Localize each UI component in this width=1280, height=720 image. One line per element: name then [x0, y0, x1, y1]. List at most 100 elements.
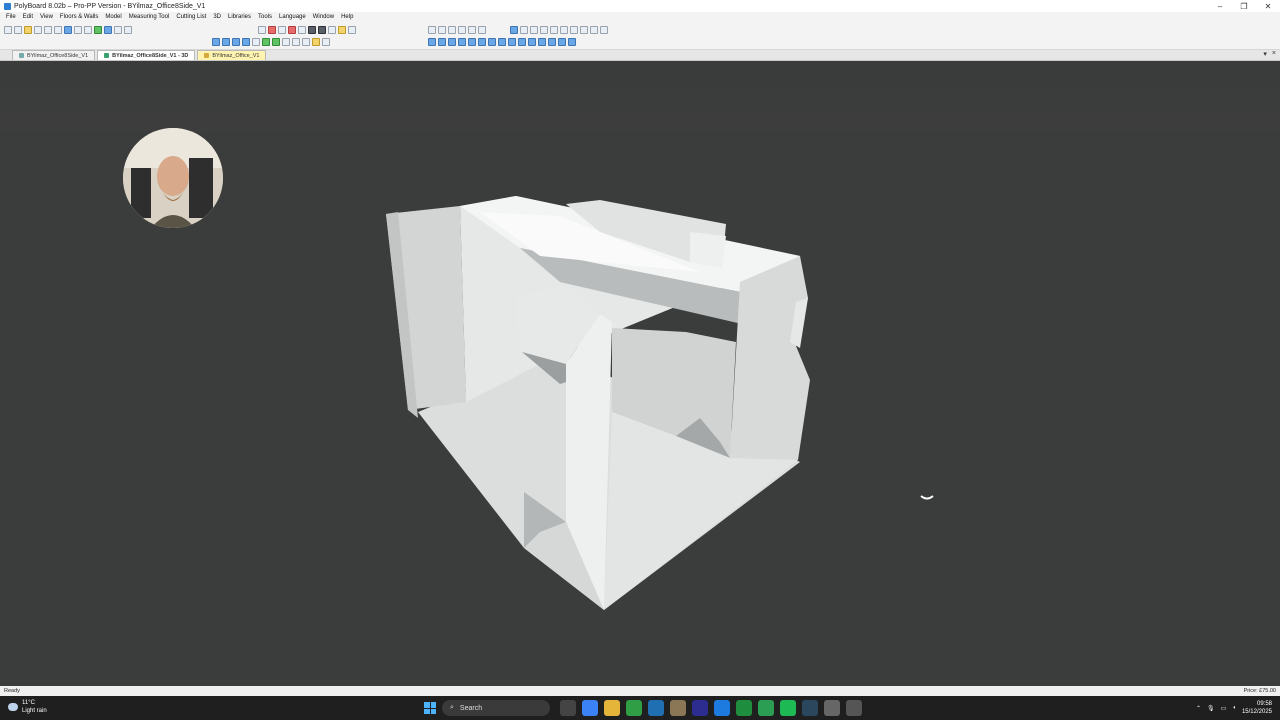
task-view-icon[interactable] — [560, 700, 576, 716]
menu-model[interactable]: Model — [105, 14, 121, 20]
section-icon[interactable] — [560, 26, 568, 34]
folder-icon[interactable] — [24, 26, 32, 34]
chrome-icon[interactable] — [626, 700, 642, 716]
drawer-icon[interactable] — [278, 26, 286, 34]
dimension-icon[interactable] — [570, 26, 578, 34]
cube-iso-se-icon[interactable] — [508, 38, 516, 46]
redo-icon[interactable] — [74, 26, 82, 34]
copy-icon[interactable] — [94, 26, 102, 34]
annotate-icon[interactable] — [580, 26, 588, 34]
app-icon-1[interactable] — [648, 700, 664, 716]
tab-office-v1[interactable]: BYilmaz_Office_V1 — [197, 50, 267, 60]
clock[interactable]: 09:58 15/12/2025 — [1242, 700, 1272, 716]
settings-icon[interactable] — [600, 26, 608, 34]
save-icon[interactable] — [34, 26, 42, 34]
cube-iso-ne-icon[interactable] — [488, 38, 496, 46]
cube-front-icon[interactable] — [438, 38, 446, 46]
app-icon-4[interactable] — [714, 700, 730, 716]
menu-floors-walls[interactable]: Floors & Walls — [60, 14, 98, 20]
camera-icon[interactable] — [252, 38, 260, 46]
pan-icon[interactable] — [468, 26, 476, 34]
undo-icon[interactable] — [64, 26, 72, 34]
divider-icon[interactable] — [298, 26, 306, 34]
file-explorer-icon[interactable] — [604, 700, 620, 716]
close-icon[interactable]: ✕ — [1256, 0, 1280, 12]
cut-icon[interactable] — [84, 26, 92, 34]
render-icon[interactable] — [262, 38, 270, 46]
print-preview-icon[interactable] — [54, 26, 62, 34]
zoom-out-icon[interactable] — [438, 26, 446, 34]
app-icon-2[interactable] — [670, 700, 686, 716]
3d-viewport[interactable] — [0, 62, 1280, 686]
menu-tools[interactable]: Tools — [258, 14, 272, 20]
rotate-left-icon[interactable] — [212, 38, 220, 46]
zoom-extents-icon[interactable] — [448, 26, 456, 34]
rotate-right-icon[interactable] — [222, 38, 230, 46]
menu-help[interactable]: Help — [341, 14, 353, 20]
menu-measuring-tool[interactable]: Measuring Tool — [129, 14, 170, 20]
plan-view-icon[interactable] — [510, 26, 518, 34]
volume-icon[interactable]: ◖ — [1232, 705, 1236, 711]
close-tab-icon[interactable]: × — [1272, 50, 1276, 58]
hardware-icon[interactable] — [328, 26, 336, 34]
layers-icon[interactable] — [590, 26, 598, 34]
back-view-icon[interactable] — [540, 26, 548, 34]
cube-bottom-icon[interactable] — [478, 38, 486, 46]
copilot-icon[interactable] — [582, 700, 598, 716]
pencil-icon[interactable] — [348, 26, 356, 34]
new-file-icon[interactable] — [4, 26, 12, 34]
cube-iso-sw-icon[interactable] — [518, 38, 526, 46]
cube-iso-nw-icon[interactable] — [498, 38, 506, 46]
restore-icon[interactable]: ❐ — [1232, 0, 1256, 12]
shelf-icon[interactable] — [288, 26, 296, 34]
network-icon[interactable]: ▭ — [1221, 705, 1227, 712]
print-icon[interactable] — [44, 26, 52, 34]
info-icon[interactable] — [124, 26, 132, 34]
sheets-icon[interactable] — [736, 700, 752, 716]
light-icon[interactable] — [312, 38, 320, 46]
cube-top-icon[interactable] — [428, 38, 436, 46]
chevron-up-icon[interactable]: ⌃ — [1196, 705, 1201, 712]
cube-perspective-icon[interactable] — [528, 38, 536, 46]
shadow-icon[interactable] — [302, 38, 310, 46]
weather-widget[interactable]: 11°C Light rain — [8, 699, 47, 715]
tab-list-icon[interactable]: ▾ — [1263, 50, 1267, 58]
menu-window[interactable]: Window — [313, 14, 334, 20]
texture-icon[interactable] — [322, 38, 330, 46]
menu-edit[interactable]: Edit — [23, 14, 33, 20]
menu-cutting-list[interactable]: Cutting List — [176, 14, 206, 20]
transparent-icon[interactable] — [292, 38, 300, 46]
door-icon[interactable] — [308, 26, 316, 34]
cube-right-icon[interactable] — [458, 38, 466, 46]
microphone-icon[interactable]: 🎙 — [1207, 705, 1215, 712]
wireframe-icon[interactable] — [282, 38, 290, 46]
solid-view-icon[interactable] — [272, 38, 280, 46]
open-file-icon[interactable] — [14, 26, 22, 34]
cube-rotate-icon[interactable] — [558, 38, 566, 46]
cube-left-icon[interactable] — [448, 38, 456, 46]
cube-fit-icon[interactable] — [548, 38, 556, 46]
paste-icon[interactable] — [104, 26, 112, 34]
iso-view-icon[interactable] — [550, 26, 558, 34]
cabinet-icon[interactable] — [268, 26, 276, 34]
minimize-icon[interactable]: – — [1208, 0, 1232, 12]
menu-libraries[interactable]: Libraries — [228, 14, 251, 20]
tab-office-8side[interactable]: BYilmaz_Office8Side_V1 — [12, 50, 96, 60]
side-view-icon[interactable] — [530, 26, 538, 34]
select-icon[interactable] — [258, 26, 266, 34]
material-icon[interactable] — [338, 26, 346, 34]
properties-icon[interactable] — [114, 26, 122, 34]
cube-ortho-icon[interactable] — [538, 38, 546, 46]
menu-file[interactable]: File — [6, 14, 16, 20]
start-button[interactable] — [424, 702, 436, 714]
menu-3d[interactable]: 3D — [213, 14, 221, 20]
panel-icon[interactable] — [318, 26, 326, 34]
menu-language[interactable]: Language — [279, 14, 306, 20]
app-icon-3[interactable] — [692, 700, 708, 716]
media-player-icon[interactable] — [846, 700, 862, 716]
cube-back-icon[interactable] — [468, 38, 476, 46]
zoom-window-icon[interactable] — [458, 26, 466, 34]
cube-spin-icon[interactable] — [568, 38, 576, 46]
app-icon-6[interactable] — [824, 700, 840, 716]
orbit-icon[interactable] — [232, 38, 240, 46]
